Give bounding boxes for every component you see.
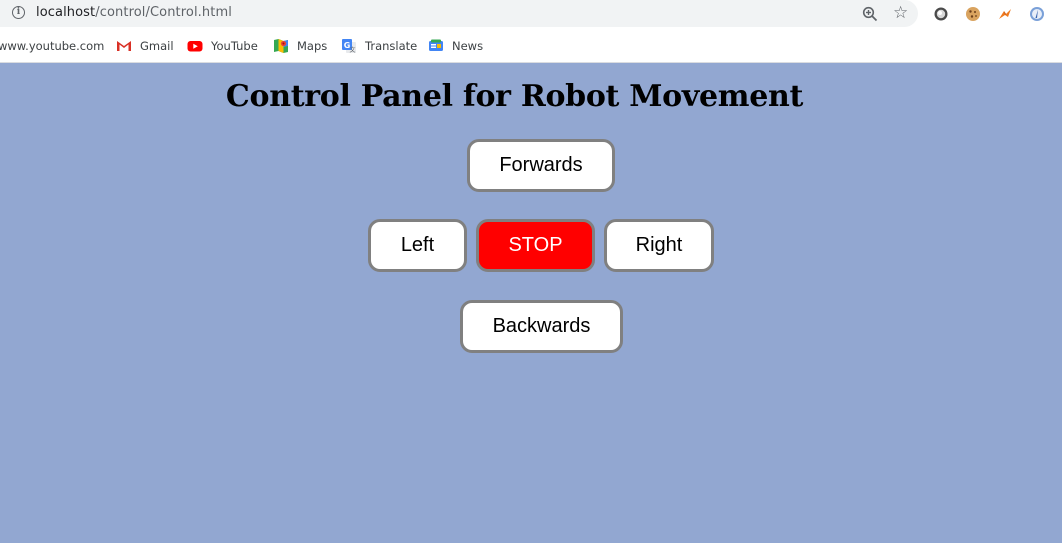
stop-button[interactable]: STOP xyxy=(476,219,595,272)
page-content: Control Panel for Robot Movement Forward… xyxy=(0,63,1062,543)
left-button[interactable]: Left xyxy=(368,219,467,272)
bookmark-label: Gmail xyxy=(140,38,174,53)
bookmark-youtube[interactable]: YouTube xyxy=(187,37,258,54)
bookmark-label: News xyxy=(452,38,484,53)
bookmark-maps[interactable]: Maps xyxy=(273,37,327,54)
address-bar[interactable]: i localhost/control/Control.html ☆ xyxy=(0,0,918,27)
star-icon[interactable]: ☆ xyxy=(893,4,908,22)
bookmark-label: www.youtube.com xyxy=(0,38,105,53)
url-host: localhost xyxy=(36,5,96,20)
gmail-icon xyxy=(117,40,131,51)
fox-extension-icon[interactable] xyxy=(997,6,1013,22)
cookie-extension-icon[interactable] xyxy=(965,6,981,22)
bookmark-youtube-url[interactable]: www.youtube.com xyxy=(0,37,104,54)
zoom-in-icon[interactable] xyxy=(862,6,878,22)
maps-icon xyxy=(274,38,288,53)
news-icon xyxy=(429,39,443,51)
forwards-button[interactable]: Forwards xyxy=(467,139,615,192)
blue-circle-extension-icon[interactable] xyxy=(1029,6,1045,22)
info-icon[interactable]: i xyxy=(12,6,25,19)
bookmark-news[interactable]: News xyxy=(428,37,483,54)
backwards-button[interactable]: Backwards xyxy=(460,300,623,353)
translate-icon: G 文 xyxy=(342,38,356,54)
bookmark-label: YouTube xyxy=(211,38,258,53)
bookmarks-bar: www.youtube.com Gmail YouTube Maps G 文 T… xyxy=(0,28,1062,63)
bookmark-gmail[interactable]: Gmail xyxy=(116,37,174,54)
bookmark-translate[interactable]: G 文 Translate xyxy=(341,37,417,54)
url-path: /control/Control.html xyxy=(95,5,232,20)
grey-circle-extension-icon[interactable] xyxy=(933,6,949,22)
bookmark-label: Translate xyxy=(365,38,418,53)
right-button[interactable]: Right xyxy=(604,219,714,272)
browser-toolbar: i localhost/control/Control.html ☆ xyxy=(0,0,1062,28)
url-text[interactable]: localhost/control/Control.html xyxy=(36,5,232,20)
svg-text:文: 文 xyxy=(349,46,355,54)
page-title: Control Panel for Robot Movement xyxy=(225,79,804,114)
bookmark-label: Maps xyxy=(297,38,328,53)
youtube-icon xyxy=(187,40,203,51)
